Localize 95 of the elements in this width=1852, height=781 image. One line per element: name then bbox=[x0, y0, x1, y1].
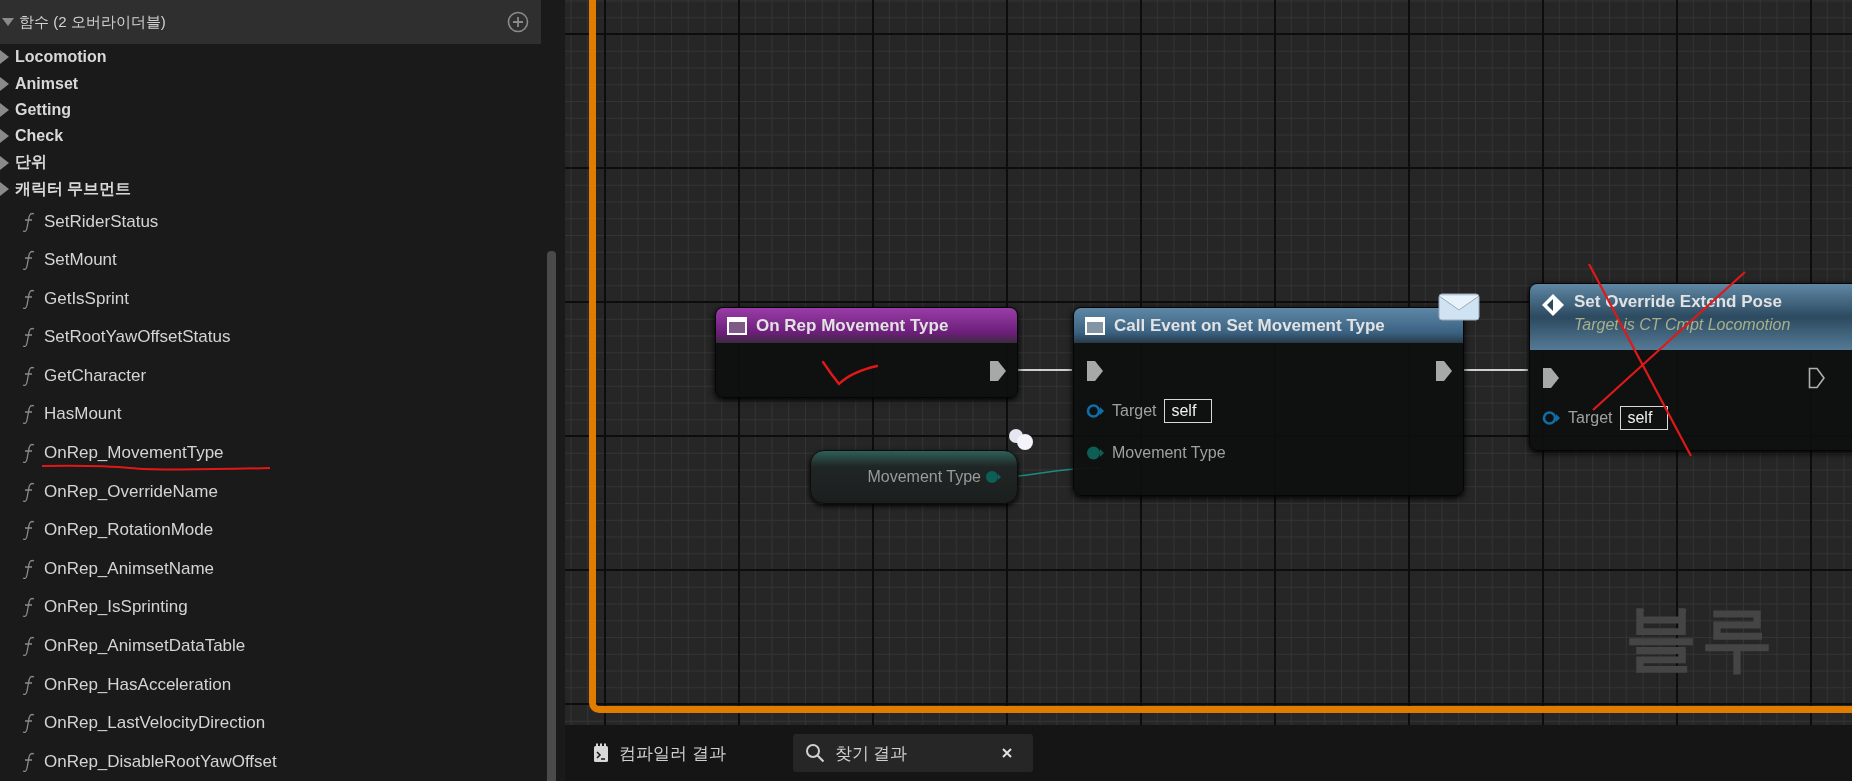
event-node[interactable]: On Rep Movement Type bbox=[715, 307, 1018, 398]
function-item[interactable]: OnRep_RotationMode bbox=[0, 510, 541, 550]
function-label: GetIsSprint bbox=[44, 288, 130, 309]
function-label: OnRep_DisableRootYawOffset bbox=[44, 751, 277, 772]
function-item[interactable]: OnRep_MovementType bbox=[0, 433, 541, 473]
collapse-triangle-icon bbox=[2, 17, 14, 28]
category-label: Animset bbox=[15, 74, 79, 93]
function-item[interactable]: SetMount bbox=[0, 240, 541, 280]
close-icon[interactable] bbox=[1000, 747, 1013, 759]
category-item[interactable]: 캐릭터 무브먼트 bbox=[0, 175, 541, 203]
function-label: OnRep_OverrideName bbox=[44, 481, 218, 502]
function-icon bbox=[22, 597, 36, 618]
function-icon bbox=[22, 443, 36, 464]
expand-triangle-icon bbox=[0, 155, 9, 170]
function-icon bbox=[22, 211, 36, 232]
function-item[interactable]: OnRep_LastVelocityDirection bbox=[0, 703, 541, 743]
function-item[interactable]: OnRep_OverrideName bbox=[0, 472, 541, 511]
function-icon bbox=[22, 404, 36, 425]
function-item[interactable]: GetCharacter bbox=[0, 356, 541, 396]
category-label: Locomotion bbox=[15, 48, 107, 67]
value-field[interactable]: self bbox=[1164, 399, 1213, 423]
object-pin-icon bbox=[1086, 403, 1104, 419]
function-label: SetRiderStatus bbox=[44, 211, 159, 232]
function-item[interactable]: OnRep_IsSprinting bbox=[0, 588, 541, 627]
function-label: OnRep_AnimsetName bbox=[44, 558, 215, 579]
value-field[interactable]: self bbox=[1620, 406, 1669, 430]
expand-triangle-icon bbox=[0, 103, 9, 118]
function-icon bbox=[22, 520, 36, 541]
function-label: OnRep_RotationMode bbox=[44, 520, 214, 541]
function-label: OnRep_AnimsetDataTable bbox=[44, 635, 246, 656]
function-item[interactable]: OnRep_DisableRootYawOffset bbox=[0, 742, 541, 781]
function-icon bbox=[22, 751, 36, 772]
function-label: OnRep_IsSprinting bbox=[44, 597, 188, 618]
tab[interactable]: 컴파일러 결과 bbox=[581, 734, 738, 772]
variable-node[interactable]: Movement Type bbox=[810, 450, 1018, 504]
function-icon bbox=[22, 365, 36, 386]
function-label: SetRootYawOffsetStatus bbox=[44, 327, 231, 348]
node-title: On Rep Movement Type bbox=[756, 315, 949, 336]
category-item[interactable]: Locomotion bbox=[0, 44, 541, 71]
expand-triangle-icon bbox=[0, 50, 9, 65]
add-circle-icon[interactable] bbox=[507, 11, 529, 34]
exec-wire bbox=[1463, 369, 1529, 371]
category-label: 캐릭터 무브먼트 bbox=[15, 178, 132, 199]
scrollbar-thumb[interactable] bbox=[547, 251, 556, 781]
function-item[interactable]: OnRep_HasAcceleration bbox=[0, 665, 541, 704]
tab[interactable]: 찾기 결과 bbox=[792, 734, 1033, 772]
expand-triangle-icon bbox=[0, 76, 9, 91]
function-label: OnRep_LastVelocityDirection bbox=[44, 713, 266, 734]
pin-label: Movement Type bbox=[1112, 444, 1226, 462]
function-icon bbox=[22, 558, 36, 579]
function-icon bbox=[22, 481, 36, 502]
function-label: GetCharacter bbox=[44, 365, 147, 386]
object-pin-icon bbox=[1542, 410, 1560, 426]
bubble-icon bbox=[1007, 427, 1035, 451]
function-icon bbox=[22, 327, 36, 348]
expand-triangle-icon bbox=[0, 182, 9, 197]
function-icon bbox=[22, 250, 36, 271]
function-label: SetMount bbox=[44, 250, 117, 271]
exec-wire bbox=[1017, 369, 1073, 371]
function-label: HasMount bbox=[44, 404, 122, 425]
function-item[interactable]: SetRootYawOffsetStatus bbox=[0, 318, 541, 357]
search-icon bbox=[804, 743, 825, 763]
section-title: 함수 (2 오버라이더블) bbox=[19, 12, 167, 32]
section-header[interactable]: 함수 (2 오버라이더블) bbox=[0, 0, 541, 45]
variable-label: Movement Type bbox=[867, 468, 981, 486]
function-label: OnRep_MovementType bbox=[44, 443, 224, 464]
function-icon bbox=[22, 288, 36, 309]
pin-label: Target bbox=[1112, 402, 1157, 420]
category-item[interactable]: Check bbox=[0, 123, 541, 150]
category-label: Getting bbox=[15, 101, 71, 120]
function-icon bbox=[22, 674, 36, 695]
expand-triangle-icon bbox=[0, 129, 9, 144]
data-pin-icon bbox=[1086, 445, 1104, 461]
call-node[interactable]: Call Event on Set Movement Type Target self Movement Type bbox=[1073, 307, 1464, 496]
function-icon bbox=[22, 713, 36, 734]
category-item[interactable]: Getting bbox=[0, 96, 541, 124]
diamond-icon bbox=[1540, 292, 1566, 318]
pin-label: Target bbox=[1568, 409, 1613, 427]
function-item[interactable]: GetIsSprint bbox=[0, 279, 541, 318]
node-type-icon bbox=[726, 315, 748, 336]
function-item[interactable]: OnRep_AnimsetName bbox=[0, 549, 541, 589]
category-item[interactable]: Animset bbox=[0, 70, 541, 97]
log-icon bbox=[593, 743, 609, 763]
function-icon bbox=[22, 635, 36, 656]
category-item[interactable]: 단위 bbox=[0, 149, 541, 176]
graph-watermark: 블루 bbox=[1625, 602, 1777, 674]
function-item[interactable]: HasMount bbox=[0, 395, 541, 434]
node-title: Call Event on Set Movement Type bbox=[1114, 315, 1385, 336]
function-item[interactable]: SetRiderStatus bbox=[0, 202, 541, 241]
function-item[interactable]: OnRep_AnimsetDataTable bbox=[0, 626, 541, 666]
category-label: 단위 bbox=[15, 152, 47, 173]
data-pin-icon bbox=[985, 470, 1001, 484]
function-label: OnRep_HasAcceleration bbox=[44, 674, 232, 695]
category-label: Check bbox=[15, 127, 64, 146]
node-type-icon bbox=[1084, 315, 1106, 336]
